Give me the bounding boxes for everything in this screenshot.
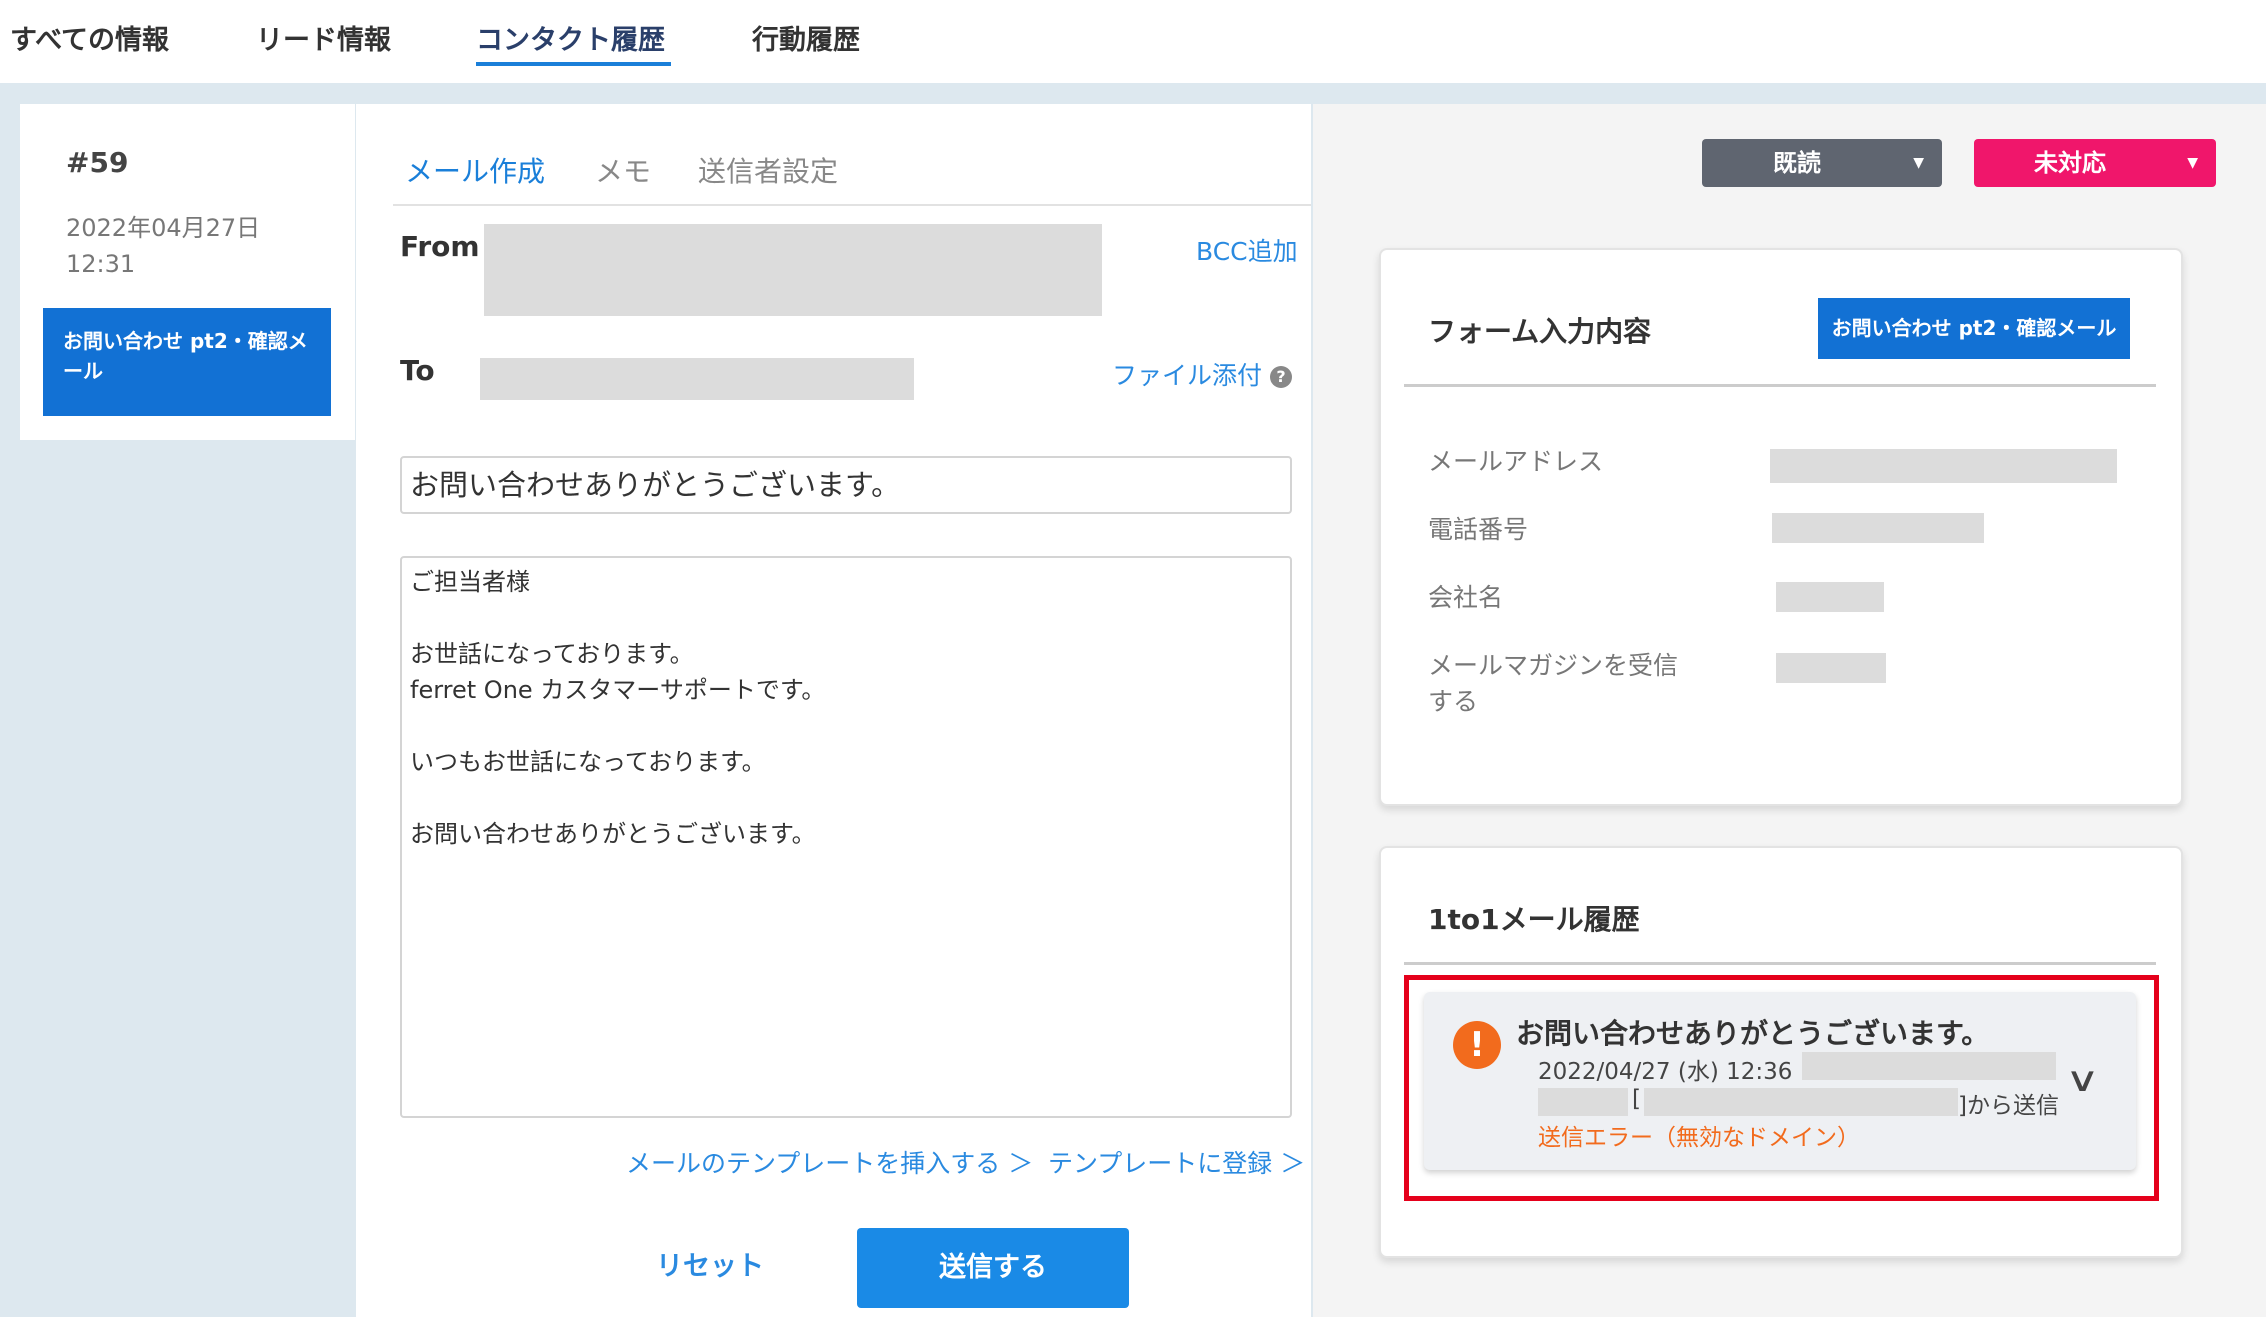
body-line: ferret One カスタマーサポートです。 (410, 676, 826, 704)
contact-list-panel: #59 2022年04月27日 12:31 お問い合わせ pt2・確認メール (20, 104, 355, 440)
chevron-down-icon: ▼ (1913, 155, 1924, 171)
subtab-compose-mail[interactable]: メール作成 (405, 150, 545, 190)
form-name-badge[interactable]: お問い合わせ pt2・確認メール (1818, 298, 2130, 359)
contact-datetime: 2022年04月27日 12:31 (66, 210, 260, 282)
body-line: お世話になっております。 (410, 640, 694, 668)
contact-time: 12:31 (66, 250, 136, 278)
form-card-title: フォーム入力内容 (1428, 315, 1652, 348)
chevron-down-icon: ▼ (2187, 155, 2198, 171)
error-highlight-box (1404, 975, 2159, 1201)
body-line (410, 600, 1282, 636)
tab-lead-info[interactable]: リード情報 (256, 18, 391, 57)
response-status-dropdown[interactable]: 未対応 ▼ (1974, 139, 2216, 187)
body-line: お問い合わせありがとうございます。 (410, 820, 816, 848)
field-label-phone: 電話番号 (1428, 515, 1529, 544)
register-template-link[interactable]: テンプレートに登録 ＞ (1048, 1144, 1305, 1180)
form-card-divider (1404, 384, 2156, 387)
subtab-sender-settings[interactable]: 送信者設定 (698, 150, 838, 190)
subtab-divider (393, 204, 1311, 206)
field-label-newsletter: メールマガジンを受信する (1428, 651, 1679, 716)
field-value-company (1776, 582, 1884, 612)
field-label-company: 会社名 (1428, 583, 1504, 612)
reset-button[interactable]: リセット (656, 1244, 764, 1283)
field-value-email (1770, 449, 2117, 483)
active-tab-indicator (476, 62, 671, 66)
contact-number: #59 (66, 146, 129, 179)
field-label-email: メールアドレス (1428, 447, 1604, 476)
mail-body-textarea[interactable]: ご担当者様 お世話になっております。 ferret One カスタマーサポートです… (400, 556, 1292, 1118)
field-value-phone (1772, 513, 1984, 543)
insert-template-link[interactable]: メールのテンプレートを挿入する ＞ (626, 1144, 1033, 1180)
tab-action-history[interactable]: 行動履歴 (752, 18, 860, 57)
body-line (410, 708, 1282, 744)
file-attach-link[interactable]: ファイル添付? (1112, 356, 1293, 392)
contact-date: 2022年04月27日 (66, 214, 261, 242)
subject-input[interactable]: お問い合わせありがとうございます。 (400, 456, 1292, 514)
help-icon[interactable]: ? (1270, 366, 1293, 388)
body-line: いつもお世話になっております。 (410, 748, 766, 776)
mail-history-divider (1404, 962, 2156, 965)
tab-contact-history[interactable]: コンタクト履歴 (476, 18, 665, 57)
to-field[interactable] (480, 358, 914, 400)
tab-all-info[interactable]: すべての情報 (10, 18, 169, 57)
body-line (410, 780, 1282, 816)
mail-composer: メール作成 メモ 送信者設定 From BCC追加 To ファイル添付? お問い… (356, 104, 1311, 1317)
from-field[interactable] (484, 224, 1102, 316)
file-attach-label: ファイル添付 (1112, 361, 1263, 390)
field-value-newsletter (1776, 653, 1886, 683)
from-label: From (400, 230, 480, 263)
response-status-label: 未対応 (2034, 149, 2106, 177)
bcc-add-link[interactable]: BCC追加 (1196, 232, 1298, 268)
subtab-memo[interactable]: メモ (595, 150, 651, 190)
body-line: ご担当者様 (410, 568, 530, 596)
read-status-label: 既読 (1773, 149, 1821, 177)
contact-form-item[interactable]: お問い合わせ pt2・確認メール (43, 308, 331, 416)
mail-history-title: 1to1メール履歴 (1428, 903, 1640, 936)
read-status-dropdown[interactable]: 既読 ▼ (1702, 139, 1942, 187)
to-label: To (400, 354, 435, 387)
send-button[interactable]: 送信する (857, 1228, 1129, 1308)
